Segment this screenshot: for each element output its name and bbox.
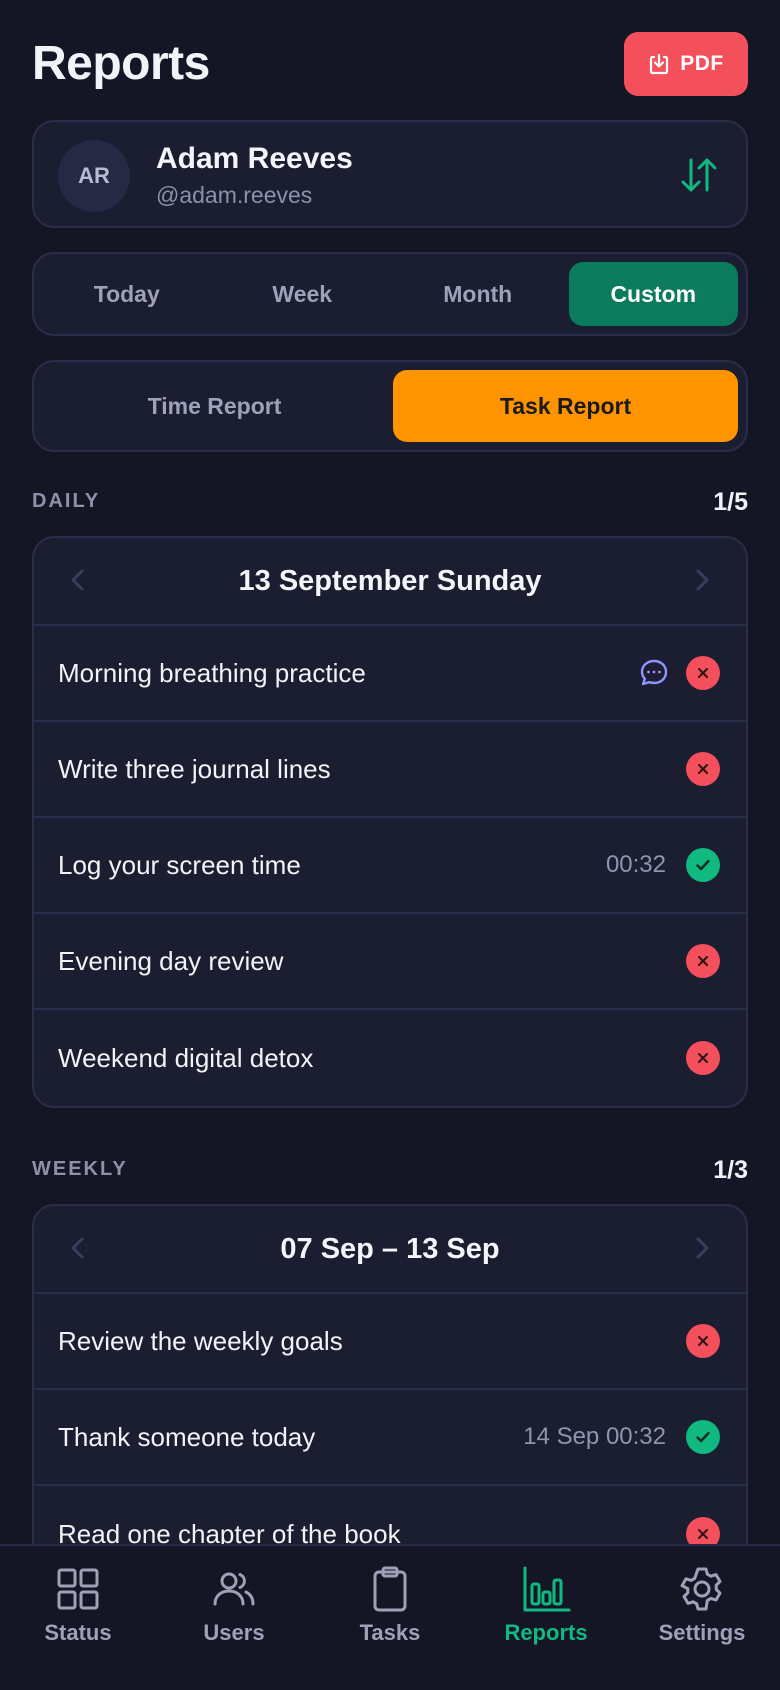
chevron-right-icon[interactable]	[688, 1234, 716, 1262]
export-pdf-button[interactable]: PDF	[624, 32, 748, 96]
tab-label: Users	[203, 1620, 265, 1645]
tab-week[interactable]: Week	[218, 262, 388, 326]
task-row[interactable]: Write three journal lines	[34, 722, 746, 818]
tab-custom[interactable]: Custom	[568, 262, 738, 326]
task-name: Thank someone today	[58, 1421, 316, 1452]
task-time: 14 Sep 00:32	[523, 1423, 666, 1450]
chevron-right-icon[interactable]	[688, 566, 716, 594]
avatar: AR	[58, 140, 130, 212]
task-row[interactable]: Review the weekly goals	[34, 1294, 746, 1390]
task-name: Review the weekly goals	[58, 1325, 343, 1356]
task-name: Write three journal lines	[58, 753, 331, 784]
weekly-date: 07 Sep – 13 Sep	[280, 1232, 500, 1265]
tab-time-report[interactable]: Time Report	[42, 370, 387, 442]
task-name: Weekend digital detox	[58, 1042, 314, 1073]
weekly-section-label: WEEKLY	[32, 1158, 128, 1180]
task-row[interactable]: Thank someone today 14 Sep 00:32	[34, 1390, 746, 1486]
report-type-selector: Time Report Task Report	[32, 360, 748, 452]
tab-month[interactable]: Month	[393, 262, 563, 326]
user-selector[interactable]: AR Adam Reeves @adam.reeves	[32, 120, 748, 228]
swap-vertical-icon[interactable]	[678, 154, 720, 196]
task-row[interactable]: Morning breathing practice	[34, 626, 746, 722]
tab-settings[interactable]: Settings	[624, 1546, 780, 1690]
task-name: Morning breathing practice	[58, 657, 366, 688]
missed-status-icon	[686, 1324, 720, 1358]
missed-status-icon	[686, 656, 720, 690]
tab-today[interactable]: Today	[42, 262, 212, 326]
bottom-tab-bar: Status Users Tasks Reports Settings	[0, 1544, 780, 1690]
tab-label: Settings	[658, 1620, 746, 1645]
tab-users[interactable]: Users	[156, 1546, 312, 1690]
weekly-count: 1/3	[713, 1156, 748, 1184]
tab-label: Tasks	[359, 1620, 421, 1645]
task-name: Evening day review	[58, 945, 284, 976]
clipboard-icon	[373, 1566, 407, 1612]
page-title: Reports	[32, 37, 210, 90]
daily-count: 1/5	[713, 488, 748, 516]
daily-date: 13 September Sunday	[238, 564, 542, 597]
pdf-label: PDF	[680, 52, 724, 75]
weekly-date-header: 07 Sep – 13 Sep	[34, 1206, 746, 1294]
chevron-left-icon[interactable]	[64, 566, 92, 594]
weekly-task-list: 07 Sep – 13 Sep Review the weekly goals …	[32, 1204, 748, 1564]
task-row[interactable]: Evening day review	[34, 914, 746, 1010]
user-handle: @adam.reeves	[156, 182, 313, 208]
comment-icon[interactable]	[638, 657, 670, 689]
chevron-left-icon[interactable]	[64, 1234, 92, 1262]
task-row[interactable]: Log your screen time 00:32	[34, 818, 746, 914]
bar-chart-icon	[523, 1566, 571, 1612]
grid-icon	[57, 1568, 99, 1610]
tab-label: Status	[44, 1620, 112, 1645]
gear-icon	[680, 1567, 722, 1611]
daily-section-label: DAILY	[32, 490, 101, 512]
tab-tasks[interactable]: Tasks	[312, 1546, 468, 1690]
users-icon	[213, 1572, 255, 1606]
daily-date-header: 13 September Sunday	[34, 538, 746, 626]
task-name: Log your screen time	[58, 849, 301, 880]
tab-status[interactable]: Status	[0, 1546, 156, 1690]
check-status-icon	[686, 848, 720, 882]
missed-status-icon	[686, 1041, 720, 1075]
check-status-icon	[686, 1420, 720, 1454]
daily-task-list: 13 September Sunday Morning breathing pr…	[32, 536, 748, 1108]
missed-status-icon	[686, 944, 720, 978]
tab-label: Reports	[504, 1620, 588, 1645]
period-selector: Today Week Month Custom	[32, 252, 748, 336]
task-time: 00:32	[605, 851, 666, 878]
tab-task-report[interactable]: Task Report	[393, 370, 738, 442]
user-name: Adam Reeves	[156, 142, 353, 175]
task-row[interactable]: Weekend digital detox	[34, 1010, 746, 1106]
missed-status-icon	[686, 752, 720, 786]
download-icon	[650, 53, 669, 75]
tab-reports[interactable]: Reports	[468, 1546, 624, 1690]
